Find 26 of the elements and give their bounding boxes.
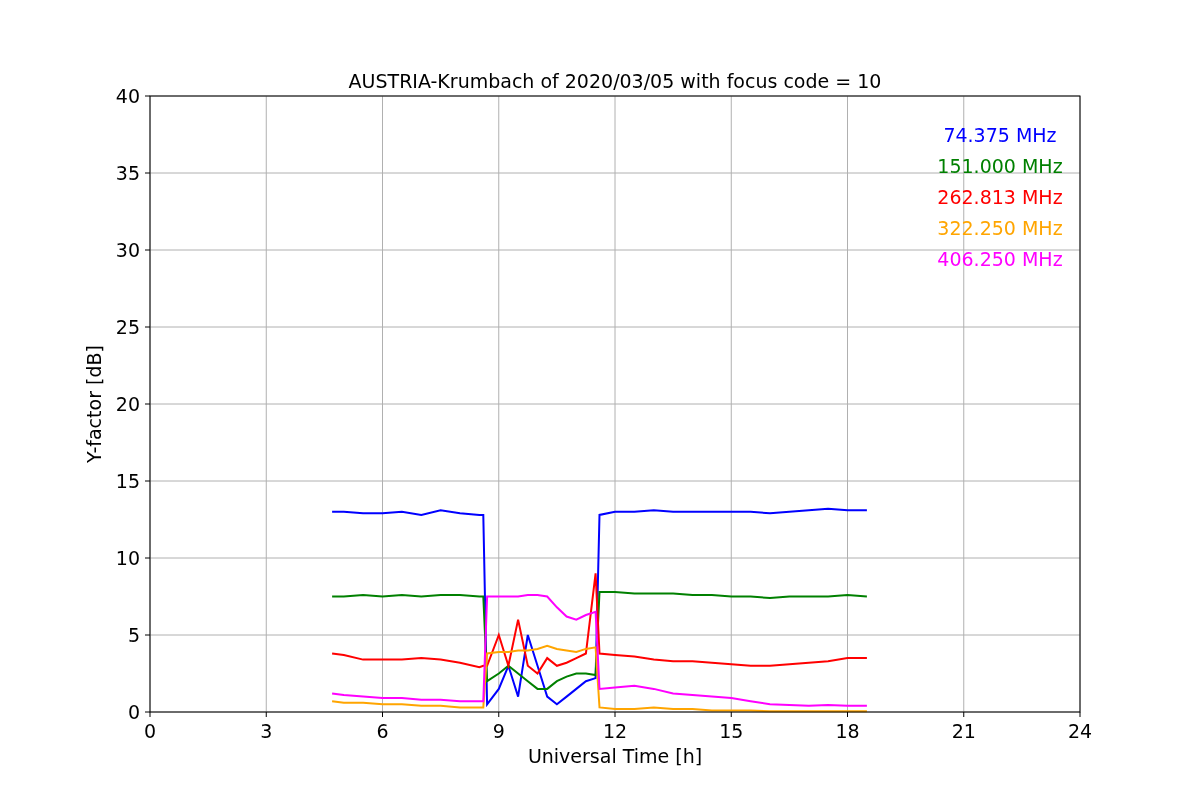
x-tick-label: 12	[602, 720, 628, 742]
x-tick-label: 15	[719, 720, 744, 742]
y-tick-label: 35	[115, 162, 140, 184]
x-tick-label: 0	[143, 720, 157, 742]
chart-title: AUSTRIA-Krumbach of 2020/03/05 with focus code = 10	[348, 70, 882, 92]
y-tick-label: 10	[115, 547, 140, 569]
x-tick-label: 9	[492, 720, 505, 742]
y-tick-label: 25	[115, 316, 140, 338]
x-axis-label: Universal Time [h]	[527, 745, 703, 767]
legend-label: 262.813 MHz	[937, 186, 1063, 208]
y-tick-label: 0	[127, 701, 140, 723]
y-tick-label: 15	[115, 470, 140, 492]
x-tick-label: 18	[835, 720, 860, 742]
x-tick-label: 3	[260, 720, 273, 742]
y-axis-label: Y-factor [dB]	[83, 345, 105, 463]
x-tick-label: 6	[376, 720, 389, 742]
x-tick-label: 21	[951, 720, 976, 742]
legend-label: 406.250 MHz	[937, 248, 1063, 270]
y-tick-label: 20	[115, 393, 140, 415]
legend-label: 74.375 MHz	[943, 124, 1057, 146]
legend-label: 151.000 MHz	[937, 155, 1063, 177]
x-tick-label: 24	[1067, 720, 1093, 742]
legend-label: 322.250 MHz	[937, 217, 1063, 239]
y-tick-label: 30	[115, 239, 140, 261]
y-tick-label: 5	[127, 624, 140, 646]
y-tick-label: 40	[115, 85, 140, 107]
